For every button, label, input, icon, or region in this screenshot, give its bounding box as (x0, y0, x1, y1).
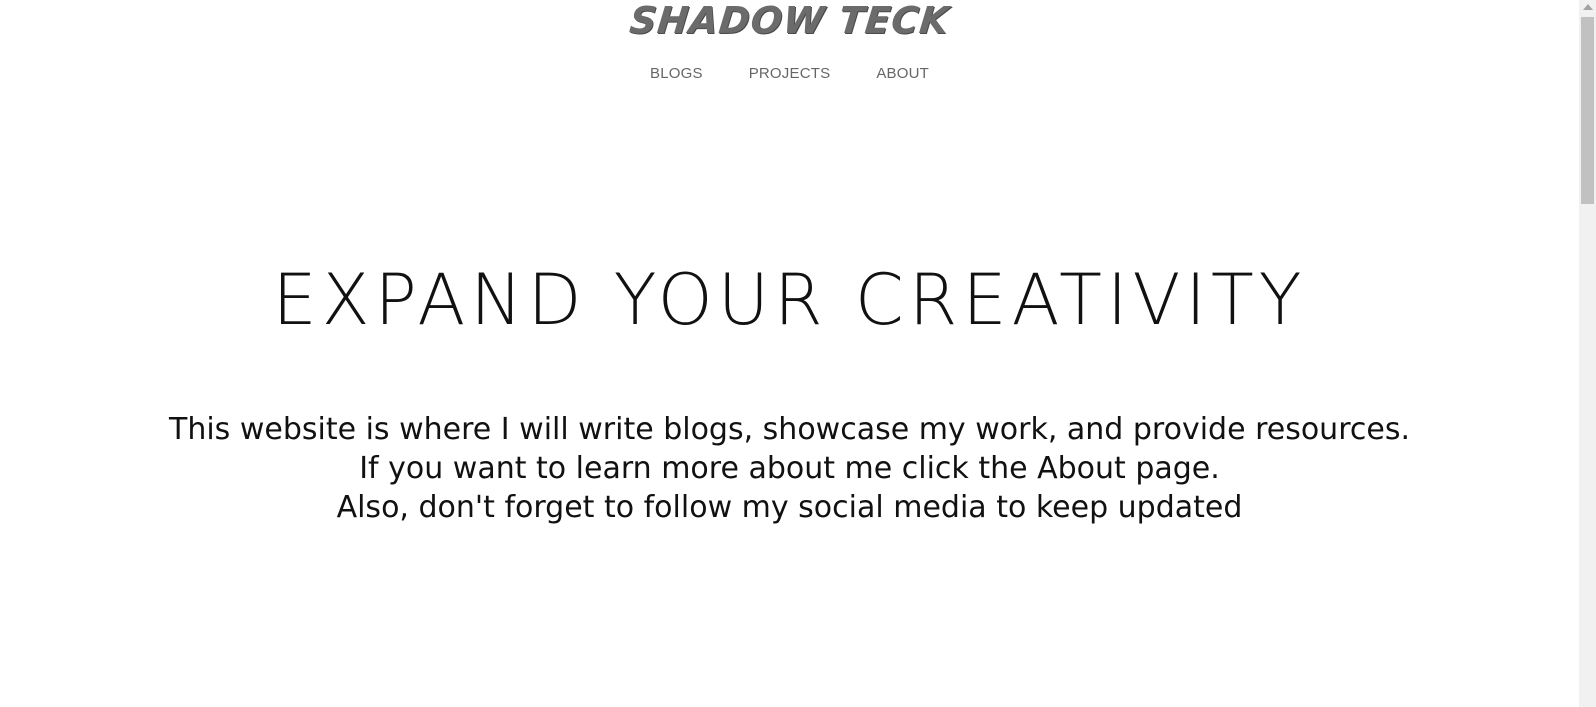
nav-link-blogs[interactable]: BLOGS (650, 64, 703, 84)
hero-title: EXPAND YOUR CREATIVITY (272, 259, 1307, 341)
description-line-3: Also, don't forget to follow my social m… (336, 490, 1243, 525)
nav-link-about[interactable]: ABOUT (876, 64, 929, 84)
page: SHADOW TECK BLOGS PROJECTS ABOUT EXPAND … (0, 0, 1596, 707)
site-logo[interactable]: SHADOW TECK (0, 0, 1579, 42)
main-viewport: SHADOW TECK BLOGS PROJECTS ABOUT EXPAND … (0, 0, 1579, 707)
vertical-scrollbar[interactable] (1579, 0, 1596, 707)
hero-description: This website is where I will write blogs… (0, 410, 1579, 527)
description-line-1: This website is where I will write blogs… (169, 412, 1410, 447)
description-line-2: If you want to learn more about me click… (359, 451, 1220, 486)
main-nav: BLOGS PROJECTS ABOUT (0, 64, 1579, 84)
scrollbar-thumb[interactable] (1581, 17, 1594, 204)
nav-link-projects[interactable]: PROJECTS (749, 64, 831, 84)
scroll-up-arrow-icon[interactable] (1583, 4, 1593, 10)
